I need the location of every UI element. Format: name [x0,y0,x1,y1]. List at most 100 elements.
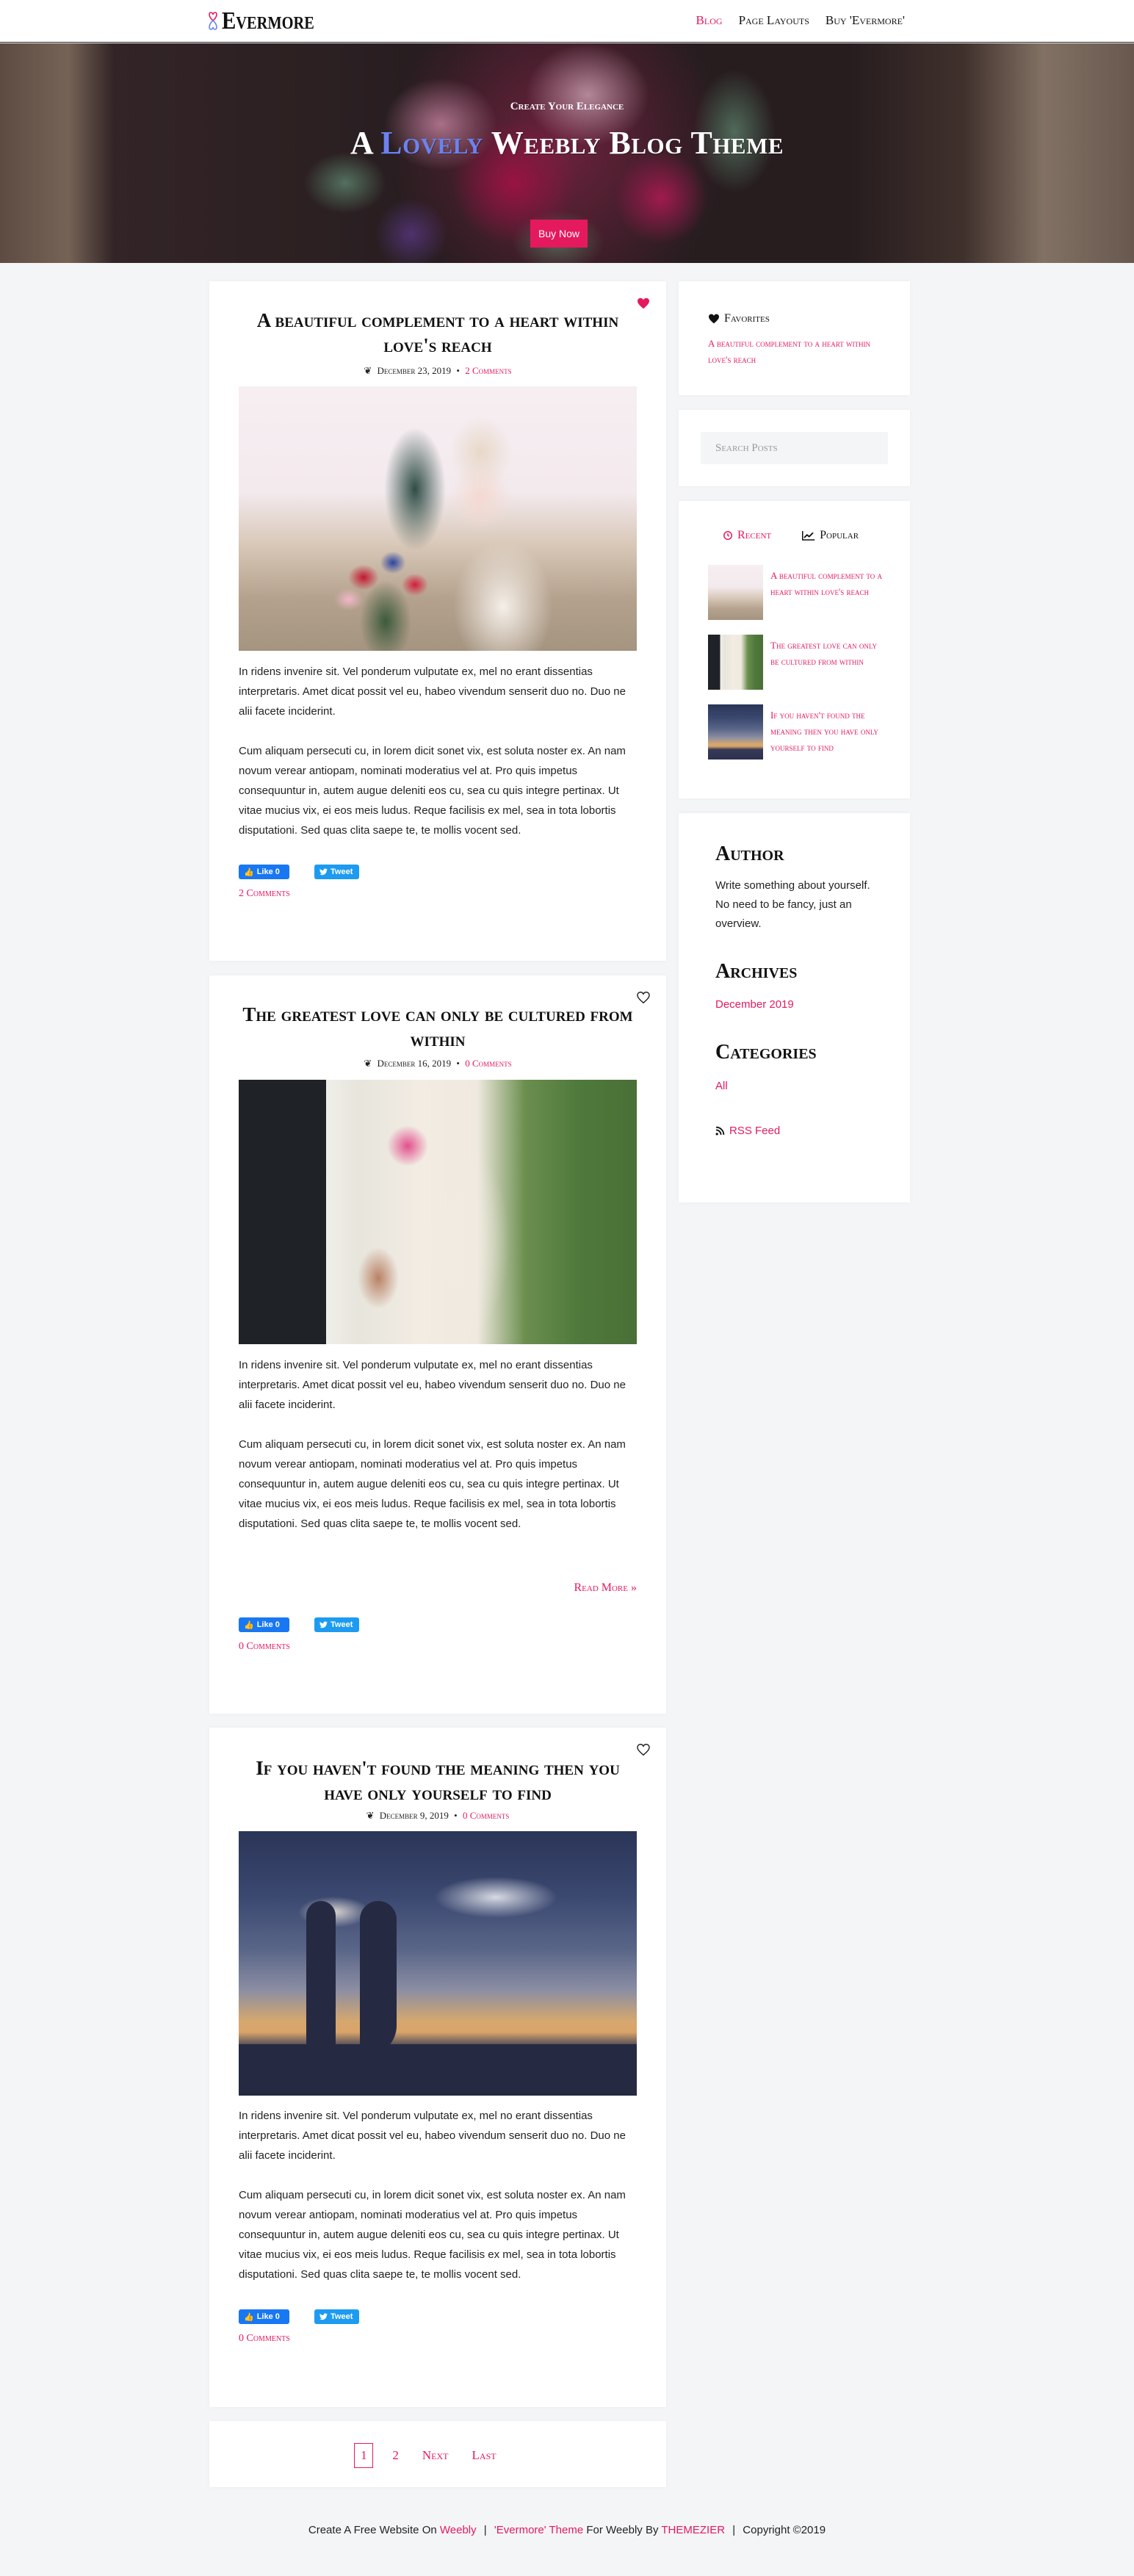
main-nav: Blog Page Layouts Buy 'Evermore' [696,13,905,28]
facebook-like-button[interactable]: 👍 Like 0 [239,1617,289,1632]
twitter-bird-icon [319,868,328,876]
post-meta: ❦ December 9, 2019 • 0 Comments [209,1810,666,1822]
top-navigation-bar: Evermore Blog Page Layouts Buy 'Evermore… [0,0,1134,43]
post-image-sunset[interactable] [239,1831,637,2096]
recent-post-thumbnail [708,565,763,620]
blog-post: A beautiful complement to a heart within… [209,281,666,961]
search-input[interactable] [701,432,888,464]
post-comments-link[interactable]: 0 Comments [465,1058,511,1069]
footer-text: For Weebly By [586,2524,659,2536]
post-date: December 16, 2019 [377,1058,452,1069]
bride-thumbnail-image [708,565,763,620]
recent-post-title: If you haven't found the meaning then yo… [770,710,878,753]
recent-popular-widget: Recent Popular A beautiful complement to… [679,501,910,798]
bride-with-bouquet-image [239,386,637,651]
leaf-icon: ❦ [364,1058,372,1069]
post-image-bride[interactable] [239,386,637,651]
post-body: In ridens invenire sit. Vel ponderum vul… [239,2106,639,2304]
post-title[interactable]: If you haven't found the meaning then yo… [239,1756,637,1805]
hero-title-prefix: A [350,125,372,161]
recent-post-title: The greatest love can only be cultured f… [770,640,878,667]
category-link[interactable]: All [715,1080,728,1092]
comments-link[interactable]: 0 Comments [239,1641,290,1653]
archive-link[interactable]: December 2019 [715,998,794,1011]
footer-themezier-link[interactable]: THEMEZIER [661,2524,725,2536]
next-page-link[interactable]: Next [418,2443,453,2468]
footer-theme-link[interactable]: 'Evermore' Theme [494,2524,583,2536]
heart-outline-icon[interactable] [637,1744,650,1756]
facebook-like-button[interactable]: 👍 Like 0 [239,865,289,879]
post-body: In ridens invenire sit. Vel ponderum vul… [239,662,639,860]
nav-item-buy-evermore[interactable]: Buy 'Evermore' [826,13,905,28]
site-logo[interactable]: Evermore [207,7,331,35]
post-paragraph: In ridens invenire sit. Vel ponderum vul… [239,665,626,718]
tab-recent-label: Recent [737,529,772,541]
pagination: 1 2 Next Last [209,2443,666,2468]
footer-separator: | [483,2524,487,2536]
social-buttons: 👍 Like 0 Tweet [239,2309,359,2324]
bride-silhouette [360,1901,397,2055]
recent-post-item[interactable]: A beautiful complement to a heart within… [708,565,884,620]
nav-item-page-layouts[interactable]: Page Layouts [739,13,809,28]
post-title[interactable]: A beautiful complement to a heart within… [239,308,637,358]
sunset-thumbnail-image [708,704,763,760]
recent-post-thumbnail [708,635,763,690]
facebook-like-button[interactable]: 👍 Like 0 [239,2309,289,2324]
recent-post-item[interactable]: The greatest love can only be cultured f… [708,635,884,690]
post-paragraph: In ridens invenire sit. Vel ponderum vul… [239,2110,626,2162]
leaf-icon: ❦ [366,1810,375,1821]
post-meta: ❦ December 23, 2019 • 2 Comments [209,365,666,377]
pagination-card: 1 2 Next Last [209,2421,666,2487]
meta-separator: • [456,365,460,376]
social-buttons: 👍 Like 0 Tweet [239,1617,359,1632]
comments-link[interactable]: 2 Comments [239,888,290,900]
nav-item-blog[interactable]: Blog [696,13,723,28]
like-label: Like 0 [256,1620,280,1629]
blog-post: If you haven't found the meaning then yo… [209,1728,666,2407]
meta-separator: • [456,1058,460,1069]
tweet-label: Tweet [331,2312,353,2321]
post-image-hands[interactable] [239,1080,637,1344]
favorite-post-link[interactable]: A beautiful complement to a heart within… [708,336,884,368]
post-comments-link[interactable]: 2 Comments [465,365,511,376]
tweet-button[interactable]: Tweet [314,865,359,879]
footer-weebly-link[interactable]: Weebly [440,2524,477,2536]
rss-feed-link[interactable]: RSS Feed [715,1125,780,1137]
post-body: In ridens invenire sit. Vel ponderum vul… [239,1355,639,1554]
footer-copyright: Copyright ©2019 [743,2524,826,2536]
thumbs-up-icon: 👍 [244,2312,254,2322]
recent-post-item[interactable]: If you haven't found the meaning then yo… [708,704,884,760]
last-page-link[interactable]: Last [468,2443,501,2468]
author-text: Write something about yourself. No need … [715,879,870,930]
favorites-label: Favorites [724,312,770,325]
tab-popular[interactable]: Popular [802,529,859,542]
like-label: Like 0 [256,2312,280,2321]
post-paragraph: Cum aliquam persecuti cu, in lorem dicit… [239,2189,626,2281]
like-label: Like 0 [256,867,280,876]
thumbs-up-icon: 👍 [244,867,254,877]
rss-label: RSS Feed [729,1125,781,1137]
post-date: December 23, 2019 [377,365,452,376]
categories-heading: Categories [715,1041,817,1064]
post-paragraph: In ridens invenire sit. Vel ponderum vul… [239,1359,626,1411]
favorites-title: Favorites [708,312,770,325]
post-date: December 9, 2019 [379,1810,449,1821]
meta-separator: • [454,1810,458,1821]
rss-icon [715,1126,725,1136]
buy-now-button[interactable]: Buy Now [530,220,588,248]
footer: Create A Free Website On Weebly | 'Everm… [0,2524,1134,2536]
twitter-bird-icon [319,1621,328,1628]
hero-kicker: Create Your Elegance [510,101,624,112]
heart-outline-icon[interactable] [637,992,650,1003]
tweet-button[interactable]: Tweet [314,1617,359,1632]
post-comments-link[interactable]: 0 Comments [463,1810,509,1821]
comments-link[interactable]: 0 Comments [239,2333,290,2345]
page-link-2[interactable]: 2 [388,2443,403,2468]
post-title[interactable]: The greatest love can only be cultured f… [239,1002,637,1052]
heart-filled-icon[interactable] [637,297,650,309]
hands-thumbnail-image [708,635,763,690]
page-link-current[interactable]: 1 [354,2443,374,2468]
tweet-button[interactable]: Tweet [314,2309,359,2324]
read-more-link[interactable]: Read More » [574,1581,637,1595]
tab-recent[interactable]: Recent [723,529,771,542]
